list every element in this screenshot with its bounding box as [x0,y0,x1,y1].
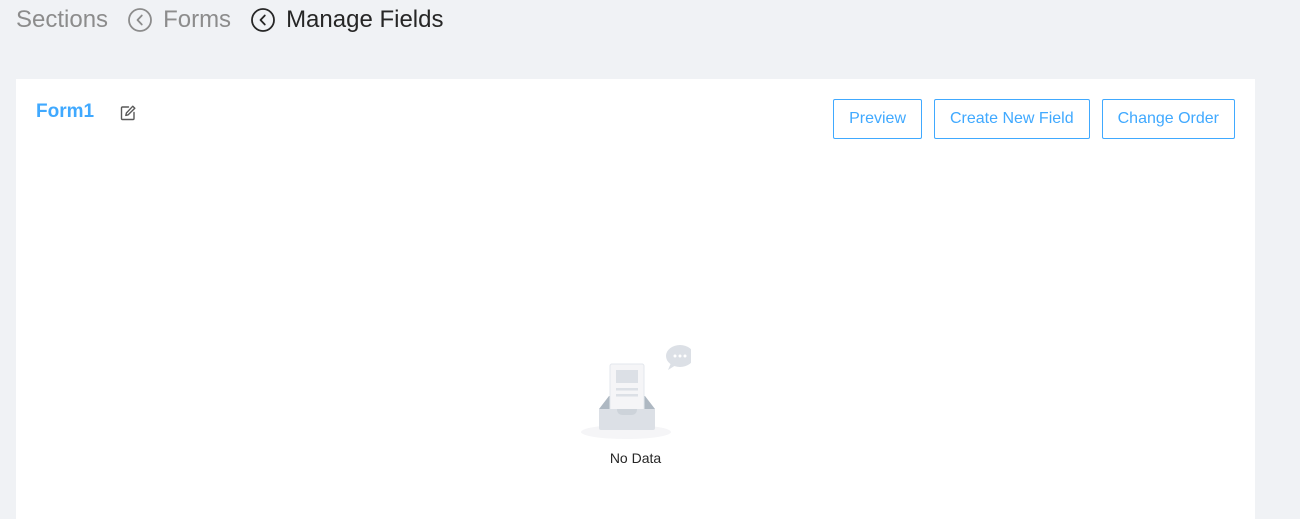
form-actions: Preview Create New Field Change Order [833,99,1235,139]
breadcrumb-item-manage-fields: Manage Fields [286,6,443,34]
empty-state: No Data [16,341,1255,466]
form-card: Form1 Preview Create New Field Change Or… [16,79,1255,519]
edit-icon[interactable] [119,104,137,122]
preview-button[interactable]: Preview [833,99,922,139]
breadcrumb: Sections Forms Manage Fields [16,0,443,40]
empty-state-text: No Data [609,450,662,466]
breadcrumb-label: Sections [16,6,109,33]
breadcrumb-item-forms[interactable]: Forms [163,6,231,34]
breadcrumb-label: Manage Fields [286,6,444,33]
chevron-left-circle-icon[interactable] [251,8,275,32]
change-order-button[interactable]: Change Order [1101,99,1235,139]
create-new-field-button[interactable]: Create New Field [934,99,1090,139]
form-title[interactable]: Form1 [36,101,94,123]
empty-inbox-icon [580,345,691,439]
breadcrumb-label: Forms [163,6,232,33]
breadcrumb-item-sections[interactable]: Sections [16,6,108,34]
chevron-left-circle-icon[interactable] [128,8,152,32]
